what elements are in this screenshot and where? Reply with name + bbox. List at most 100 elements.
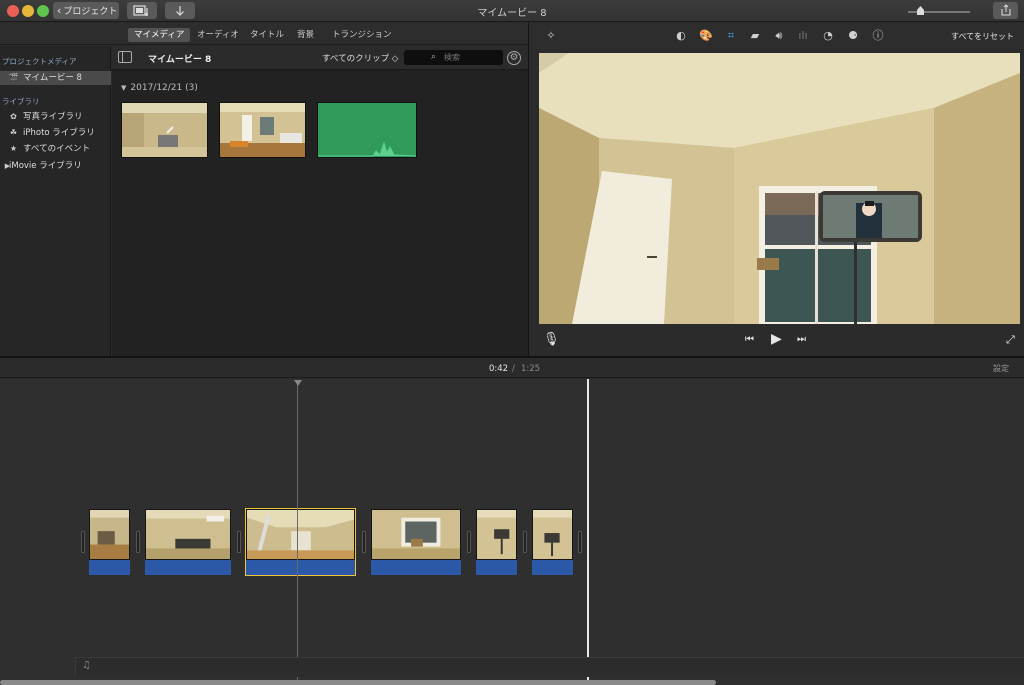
clip-frame-image — [246, 509, 355, 560]
timeline-clip[interactable] — [89, 509, 130, 575]
event-date: 2017/12/21 — [130, 83, 183, 93]
timeline-clip[interactable] — [371, 509, 461, 575]
media-clip-thumbnail[interactable] — [317, 102, 417, 158]
clip-frame-image — [476, 509, 517, 560]
search-icon: ⌕ — [431, 52, 437, 62]
imovie-window: ‹ プロジェクト マイムービー 8 マイメディア オーディオ タイトル 背景 トラ… — [0, 0, 1024, 685]
playback-controls: 🎙︎ ⏮︎ ▶ ⏭︎ ⤢ — [529, 326, 1024, 356]
skip-back-icon[interactable]: ⏮︎ — [745, 334, 754, 345]
search-input[interactable] — [444, 51, 500, 64]
transition-marker[interactable] — [81, 531, 85, 553]
sidebar-item-label: iPhoto ライブラリ — [23, 128, 95, 138]
total-duration: 1:25 — [521, 364, 541, 374]
photos-icon: ✿ — [10, 112, 17, 121]
room-thumbnail-image — [220, 103, 305, 157]
sidebar-item-label: iMovie ライブラリ — [9, 161, 82, 171]
playhead-handle[interactable] — [294, 380, 302, 386]
transition-marker[interactable] — [523, 531, 527, 553]
timeline-clip[interactable] — [532, 509, 573, 575]
tab-transitions[interactable]: トランジション — [326, 28, 398, 42]
skip-forward-icon[interactable]: ⏭︎ — [797, 334, 806, 345]
sidebar-item-label: マイムービー 8 — [23, 73, 82, 83]
fullscreen-icon[interactable]: ⤢ — [1006, 333, 1015, 347]
clip-frame-image — [145, 509, 231, 560]
timeline-settings-button[interactable]: 設定 — [993, 363, 1009, 374]
filter-icon[interactable]: ⚈ — [846, 29, 860, 43]
browser-toolbar: マイムービー 8 すべてのクリップ ◇ ⌕ ⚙ — [112, 46, 528, 70]
background-music-well[interactable] — [75, 657, 1024, 677]
sidebar-item-imovie-library[interactable]: ▶ iMovie ライブラリ — [0, 159, 111, 173]
disclosure-triangle-icon[interactable]: ▶ — [2, 161, 13, 171]
room-thumbnail-image — [122, 103, 207, 157]
equalizer-icon[interactable]: ılı — [796, 29, 810, 43]
timeline-clip[interactable] — [476, 509, 517, 575]
video-camera-icon[interactable]: ▰ — [748, 29, 762, 43]
clip-frame-image — [371, 509, 461, 560]
horizontal-scrollbar[interactable] — [0, 680, 716, 685]
clip-frame-image — [532, 509, 573, 560]
disclosure-triangle-icon[interactable]: ▼ — [121, 84, 126, 92]
clip-audio-track — [532, 560, 573, 575]
window-title: マイムービー 8 — [477, 8, 547, 19]
play-icon[interactable]: ▶ — [771, 331, 782, 347]
magic-wand-icon[interactable]: ✧ — [544, 29, 558, 43]
tab-my-media[interactable]: マイメディア — [128, 28, 191, 42]
event-clip-count: (3) — [185, 83, 198, 93]
transition-marker[interactable] — [362, 531, 366, 553]
sidebar-item-project[interactable]: 🎬 マイムービー 8 — [0, 71, 111, 85]
panel-divider[interactable] — [528, 22, 529, 356]
tab-backgrounds[interactable]: 背景 — [291, 28, 320, 42]
timeline-clip-selected[interactable] — [245, 508, 356, 576]
media-clip-thumbnail[interactable] — [121, 102, 208, 158]
clip-audio-track — [145, 560, 231, 575]
sidebar-toggle-icon[interactable] — [118, 51, 132, 63]
clapperboard-icon: 🎬 — [8, 73, 19, 82]
title-bar: ‹ プロジェクト マイムービー 8 — [0, 0, 1024, 22]
transition-marker[interactable] — [578, 531, 582, 553]
crop-icon[interactable]: ⌗ — [724, 29, 738, 43]
clip-frame-image — [89, 509, 130, 560]
color-balance-icon[interactable]: ◐ — [674, 29, 688, 43]
event-date-row[interactable]: ▼ 2017/12/21 (3) — [121, 83, 198, 93]
star-icon: ★ — [9, 144, 18, 153]
clip-audio-track — [89, 560, 130, 575]
gear-icon[interactable]: ⚙ — [507, 51, 521, 65]
info-icon[interactable]: ⓘ — [871, 29, 885, 43]
tab-titles[interactable]: タイトル — [244, 28, 290, 42]
viewer-toolbar: ✧ ◐ 🎨 ⌗ ▰ 🔊︎ ılı ◔ ⚈ ⓘ すべてをリセット — [529, 23, 1024, 49]
tab-audio[interactable]: オーディオ — [191, 28, 245, 42]
browser-title: マイムービー 8 — [148, 55, 212, 65]
viewer-preview[interactable] — [539, 53, 1020, 324]
share-button[interactable] — [993, 2, 1018, 19]
search-box[interactable]: ⌕ — [404, 50, 503, 65]
library-sidebar: プロジェクトメディア 🎬 マイムービー 8 ライブラリ ✿ 写真ライブラリ ☘ … — [0, 46, 111, 356]
timeline-header: 0:42 / 1:25 設定 — [0, 358, 1024, 378]
color-palette-icon[interactable]: 🎨 — [699, 29, 713, 43]
sidebar-item-label: 写真ライブラリ — [23, 112, 83, 122]
sidebar-item-iphoto[interactable]: ☘ iPhoto ライブラリ — [0, 126, 111, 140]
microphone-icon[interactable]: 🎙︎ — [543, 332, 560, 347]
time-separator: / — [512, 364, 515, 374]
sidebar-item-all-events[interactable]: ★ すべてのイベント — [0, 142, 111, 156]
library-header: ライブラリ — [2, 97, 40, 106]
media-clip-thumbnail[interactable] — [219, 102, 306, 158]
clip-filter-dropdown[interactable]: すべてのクリップ ◇ — [322, 52, 398, 64]
sidebar-item-photos[interactable]: ✿ 写真ライブラリ — [0, 110, 111, 124]
clip-audio-track — [246, 560, 355, 575]
transition-marker[interactable] — [467, 531, 471, 553]
sidebar-item-label: すべてのイベント — [23, 144, 91, 154]
timeline-clip[interactable] — [145, 509, 231, 575]
project-media-header: プロジェクトメディア — [2, 57, 77, 66]
room-scene-image — [539, 53, 1020, 324]
speed-gauge-icon[interactable]: ◔ — [821, 29, 835, 43]
audio-waveform-image — [318, 103, 417, 157]
media-tab-bar: マイメディア オーディオ タイトル 背景 トランジション — [0, 23, 528, 45]
volume-icon[interactable]: 🔊︎ — [772, 29, 786, 43]
transition-marker[interactable] — [237, 531, 241, 553]
transition-marker[interactable] — [136, 531, 140, 553]
reset-all-button[interactable]: すべてをリセット — [951, 31, 1014, 42]
playhead-line[interactable] — [297, 380, 298, 680]
media-browser: マイムービー 8 すべてのクリップ ◇ ⌕ ⚙ ▼ 2017/12/21 (3) — [112, 46, 528, 356]
clip-audio-track — [371, 560, 461, 575]
iphoto-icon: ☘ — [9, 128, 18, 137]
